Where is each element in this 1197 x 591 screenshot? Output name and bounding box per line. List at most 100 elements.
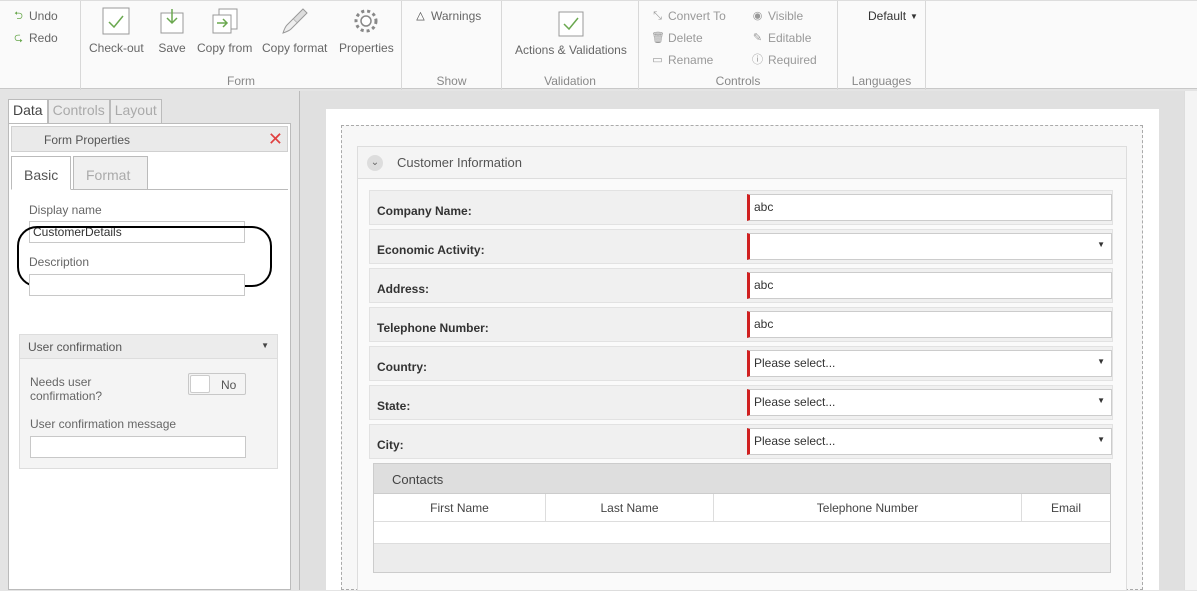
state-select[interactable]: Please select... ▼: [747, 389, 1112, 416]
save-button[interactable]: Save: [158, 7, 186, 55]
edit-icon: ✎: [752, 31, 763, 44]
needs-confirmation-toggle[interactable]: No: [188, 373, 246, 395]
info-icon: ⓘ: [752, 53, 763, 66]
caret-down-icon: ▼: [1097, 435, 1105, 444]
field-row-city[interactable]: City: Please select... ▼: [369, 424, 1113, 459]
check-out-button[interactable]: Check-out: [89, 7, 144, 55]
show-group-label: Show: [436, 74, 467, 88]
redo-label: Redo: [29, 31, 58, 45]
undo-icon: ⮌: [14, 9, 23, 22]
paintbrush-icon: [281, 8, 308, 34]
confirmation-message-input[interactable]: [30, 436, 246, 458]
field-row-address[interactable]: Address: abc: [369, 268, 1113, 303]
tab-basic[interactable]: Basic: [11, 156, 72, 190]
display-name-label: Display name: [29, 203, 102, 217]
company-name-input[interactable]: abc: [747, 194, 1112, 221]
delete-button: 🗑 Delete: [651, 31, 703, 45]
visible-button: ◉ Visible: [752, 9, 804, 23]
form-group-label: Form: [227, 74, 255, 88]
tab-layout[interactable]: Layout: [109, 99, 162, 123]
chevron-down-icon[interactable]: ⌄: [367, 155, 383, 171]
languages-group: Default ▼ Languages: [838, 1, 926, 90]
section-header[interactable]: ⌄ Customer Information: [358, 147, 1126, 179]
country-select[interactable]: Please select... ▼: [747, 350, 1112, 377]
field-row-economic-activity[interactable]: Economic Activity: ▼: [369, 229, 1113, 264]
check-out-icon: [102, 7, 130, 35]
languages-group-label: Languages: [851, 74, 912, 88]
save-icon: [160, 9, 184, 34]
required-button: ⓘ Required: [752, 53, 817, 67]
column-email[interactable]: Email: [1022, 494, 1110, 521]
needs-confirmation-label: Needs user confirmation?: [30, 375, 103, 403]
caret-down-icon: ▼: [261, 341, 269, 350]
toggle-knob: [190, 375, 210, 393]
properties-button[interactable]: Properties: [339, 7, 394, 55]
controls-group: ⤡ Convert To 🗑 Delete ▭ Rename ◉ Visible…: [639, 1, 838, 90]
form-properties-title: Form Properties: [44, 133, 131, 147]
tab-format[interactable]: Format: [73, 156, 148, 190]
tab-controls[interactable]: Controls: [47, 99, 110, 123]
caret-down-icon: ▼: [1097, 396, 1105, 405]
controls-group-label: Controls: [715, 74, 761, 88]
form-properties-header: Form Properties ✕: [11, 126, 288, 152]
warnings-button[interactable]: △ Warnings: [414, 9, 481, 23]
field-row-country[interactable]: Country: Please select... ▼: [369, 346, 1113, 381]
language-dropdown[interactable]: Default ▼: [868, 9, 918, 23]
caret-down-icon: ▼: [910, 11, 918, 21]
properties-subtabs: Basic Format: [11, 156, 288, 190]
redo-button[interactable]: ⮎ Redo: [12, 31, 58, 45]
ribbon-toolbar: ⮌ Undo ⮎ Redo Check-out Save Copy from C…: [0, 0, 1197, 90]
canvas-scrollbar[interactable]: [1184, 91, 1197, 590]
convert-icon: ⤡: [653, 9, 662, 22]
warning-icon: △: [416, 9, 425, 22]
field-row-state[interactable]: State: Please select... ▼: [369, 385, 1113, 420]
city-select[interactable]: Please select... ▼: [747, 428, 1112, 455]
redo-icon: ⮎: [14, 31, 23, 44]
copy-from-button[interactable]: Copy from: [197, 7, 252, 55]
show-group: △ Warnings Show: [402, 1, 502, 90]
close-icon[interactable]: ✕: [268, 129, 283, 149]
gear-icon: [354, 9, 378, 33]
field-row-company-name[interactable]: Company Name: abc: [369, 190, 1113, 225]
address-input[interactable]: abc: [747, 272, 1112, 299]
economic-activity-select[interactable]: ▼: [747, 233, 1112, 260]
editable-button: ✎ Editable: [752, 31, 812, 45]
validation-group-label: Validation: [544, 74, 596, 88]
trash-icon: 🗑: [651, 31, 665, 44]
description-label: Description: [29, 255, 90, 269]
copy-from-icon: [212, 8, 238, 34]
customer-information-section: ⌄ Customer Information Company Name: abc…: [357, 146, 1127, 591]
telephone-input[interactable]: abc: [747, 311, 1112, 338]
user-confirmation-section: User confirmation ▼ Needs user confirmat…: [19, 334, 278, 469]
contacts-grid[interactable]: Contacts First Name Last Name Telephone …: [373, 463, 1111, 573]
column-telephone[interactable]: Telephone Number: [714, 494, 1022, 521]
eye-icon: ◉: [752, 9, 763, 22]
contacts-columns: First Name Last Name Telephone Number Em…: [374, 494, 1110, 522]
column-first-name[interactable]: First Name: [374, 494, 546, 521]
validation-check-icon: [558, 11, 584, 37]
field-row-telephone[interactable]: Telephone Number: abc: [369, 307, 1113, 342]
caret-down-icon: ▼: [1097, 240, 1105, 249]
validation-group: Actions & Validations Validation: [502, 1, 639, 90]
form-container: ⌄ Customer Information Company Name: abc…: [341, 125, 1143, 591]
contacts-title: Contacts: [374, 464, 1110, 494]
caret-down-icon: ▼: [1097, 357, 1105, 366]
form-page: ⌄ Customer Information Company Name: abc…: [326, 109, 1159, 591]
tab-data[interactable]: Data: [8, 99, 48, 123]
rename-button: ▭ Rename: [652, 53, 714, 67]
column-last-name[interactable]: Last Name: [546, 494, 714, 521]
undo-button[interactable]: ⮌ Undo: [12, 9, 58, 23]
convert-to-button: ⤡ Convert To: [651, 9, 726, 23]
form-properties-panel: Form Properties ✕ Basic Format Display n…: [8, 123, 291, 590]
undo-label: Undo: [29, 9, 58, 23]
left-panel: Data Controls Layout Form Properties ✕ B…: [0, 91, 299, 590]
copy-format-button[interactable]: Copy format: [262, 7, 327, 55]
form-canvas: ⌄ Customer Information Company Name: abc…: [299, 91, 1184, 591]
actions-validations-button[interactable]: Actions & Validations: [515, 11, 627, 57]
section-title: Customer Information: [397, 155, 522, 170]
form-group: Check-out Save Copy from Copy format Pro…: [80, 1, 402, 90]
description-input[interactable]: [29, 274, 245, 296]
rename-icon: ▭: [652, 53, 663, 66]
user-confirmation-header[interactable]: User confirmation ▼: [20, 335, 277, 359]
contacts-empty-row[interactable]: [374, 522, 1110, 544]
